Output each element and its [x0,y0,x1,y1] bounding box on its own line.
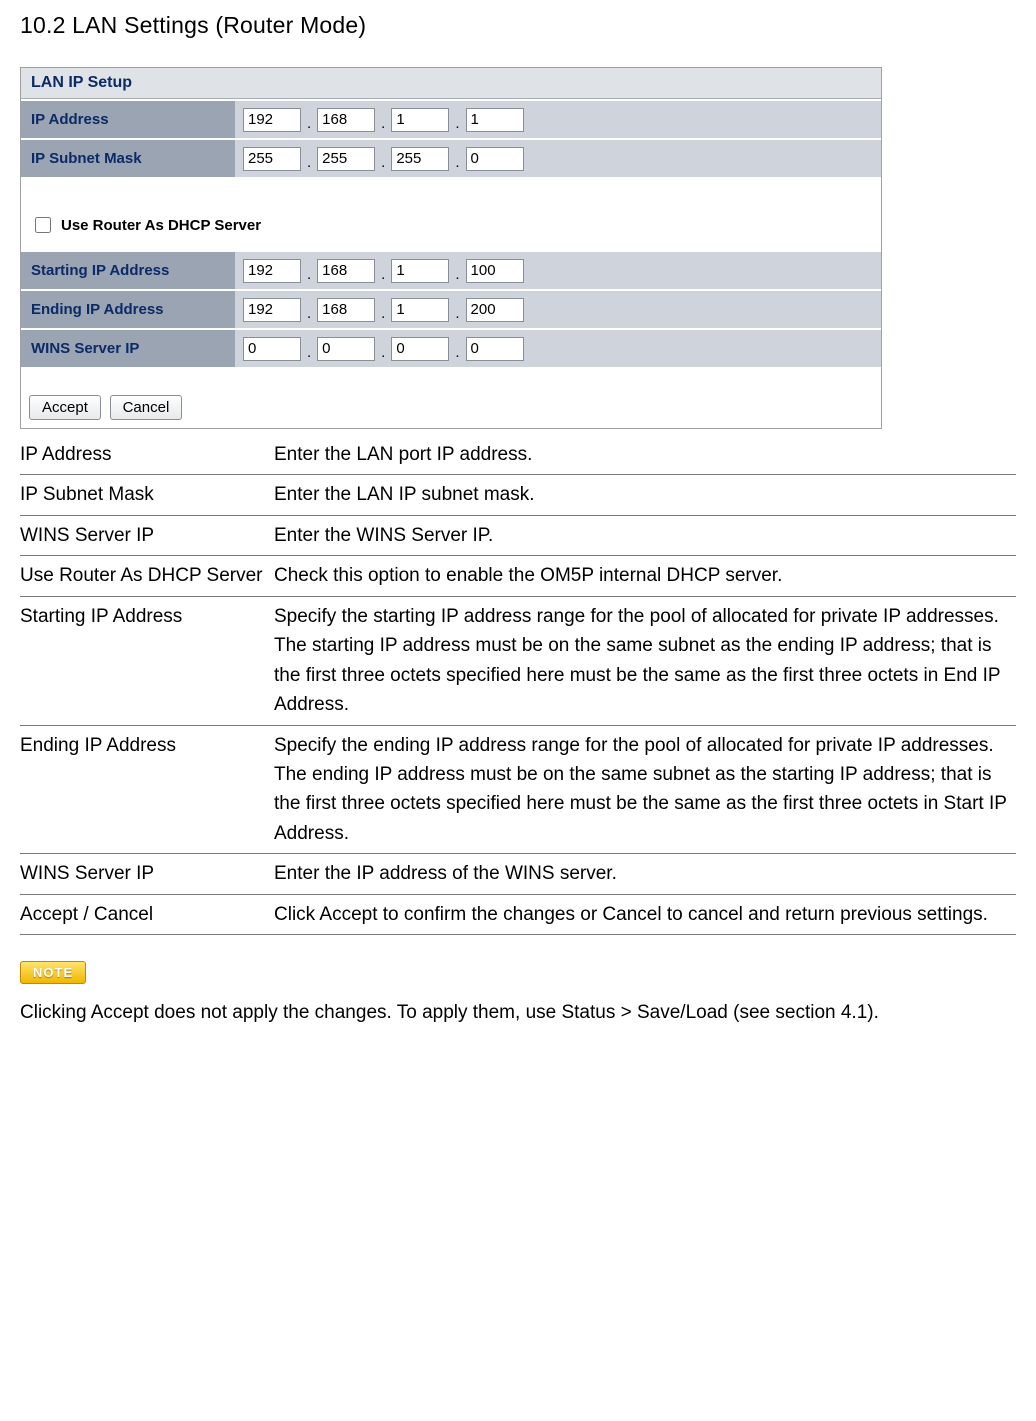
desc-term: IP Address [20,435,274,475]
dot-icon: . [455,115,459,132]
dot-icon: . [381,115,385,132]
desc-text: Check this option to enable the OM5P int… [274,556,1016,596]
desc-term: Use Router As DHCP Server [20,556,274,596]
dot-icon: . [307,115,311,132]
table-row: IP Subnet Mask Enter the LAN IP subnet m… [20,475,1016,515]
row-subnet-mask: IP Subnet Mask . . . [21,138,881,177]
row-ip-address: IP Address . . . [21,99,881,138]
fields-subnet-mask: . . . [235,140,881,177]
page-title: 10.2 LAN Settings (Router Mode) [20,12,1016,39]
dot-icon: . [381,305,385,322]
desc-text: Enter the WINS Server IP. [274,515,1016,555]
ip-address-octet-4[interactable] [466,108,524,132]
section-header-lan-ip: LAN IP Setup [21,68,881,99]
description-table: IP Address Enter the LAN port IP address… [20,435,1016,935]
dot-icon: . [455,344,459,361]
label-ip-address: IP Address [21,101,235,138]
ending-ip-octet-3[interactable] [391,298,449,322]
accept-button[interactable]: Accept [29,395,101,420]
desc-text: Enter the LAN IP subnet mask. [274,475,1016,515]
label-subnet-mask: IP Subnet Mask [21,140,235,177]
dot-icon: . [455,305,459,322]
starting-ip-octet-4[interactable] [466,259,524,283]
wins-ip-octet-3[interactable] [391,337,449,361]
dot-icon: . [455,266,459,283]
table-row: WINS Server IP Enter the WINS Server IP. [20,515,1016,555]
wендь-ip-octet-2[interactable] [317,337,375,361]
desc-term: WINS Server IP [20,515,274,555]
desc-text: Specify the starting IP address range fo… [274,596,1016,725]
table-row: Accept / Cancel Click Accept to confirm … [20,894,1016,934]
desc-term: IP Subnet Mask [20,475,274,515]
desc-text: Click Accept to confirm the changes or C… [274,894,1016,934]
table-row: Starting IP Address Specify the starting… [20,596,1016,725]
table-row: Ending IP Address Specify the ending IP … [20,725,1016,854]
ending-ip-octet-2[interactable] [317,298,375,322]
desc-text: Specify the ending IP address range for … [274,725,1016,854]
ip-address-octet-3[interactable] [391,108,449,132]
subnet-mask-octet-3[interactable] [391,147,449,171]
dhcp-block: Use Router As DHCP Server [21,177,881,250]
table-row: WINS Server IP Enter the IP address of t… [20,854,1016,894]
desc-text: Enter the LAN port IP address. [274,435,1016,475]
label-starting-ip: Starting IP Address [21,252,235,289]
ending-ip-octet-4[interactable] [466,298,524,322]
fields-ip-address: . . . [235,101,881,138]
ending-ip-octet-1[interactable] [243,298,301,322]
starting-ip-octet-3[interactable] [391,259,449,283]
dot-icon: . [381,344,385,361]
ip-address-octet-1[interactable] [243,108,301,132]
table-row: Use Router As DHCP Server Check this opt… [20,556,1016,596]
fields-starting-ip: . . . [235,252,881,289]
row-ending-ip: Ending IP Address . . . [21,289,881,328]
fields-ending-ip: . . . [235,291,881,328]
dot-icon: . [307,344,311,361]
ip-address-octet-2[interactable] [317,108,375,132]
button-row: Accept Cancel [21,367,881,428]
desc-term: WINS Server IP [20,854,274,894]
label-ending-ip: Ending IP Address [21,291,235,328]
fields-wins-ip: . . . [235,330,881,367]
dot-icon: . [381,154,385,171]
note-text: Clicking Accept does not apply the chang… [20,998,1016,1027]
cancel-button[interactable]: Cancel [110,395,183,420]
use-router-dhcp-checkbox[interactable] [35,217,51,233]
lan-ip-panel: LAN IP Setup IP Address . . . IP Subnet … [20,67,882,429]
dot-icon: . [307,154,311,171]
wins-ip-octet-1[interactable] [243,337,301,361]
desc-term: Starting IP Address [20,596,274,725]
use-router-dhcp-label: Use Router As DHCP Server [61,217,261,234]
row-starting-ip: Starting IP Address . . . [21,250,881,289]
subnet-mask-octet-4[interactable] [466,147,524,171]
starting-ip-octet-2[interactable] [317,259,375,283]
subnet-mask-octet-2[interactable] [317,147,375,171]
desc-text: Enter the IP address of the WINS server. [274,854,1016,894]
row-wins-ip: WINS Server IP . . . [21,328,881,367]
note-badge: NOTE [20,961,86,984]
desc-term: Accept / Cancel [20,894,274,934]
label-wins-ip: WINS Server IP [21,330,235,367]
starting-ip-octet-1[interactable] [243,259,301,283]
dot-icon: . [455,154,459,171]
table-row: IP Address Enter the LAN port IP address… [20,435,1016,475]
desc-term: Ending IP Address [20,725,274,854]
dot-icon: . [307,305,311,322]
dot-icon: . [381,266,385,283]
wins-ip-octet-4[interactable] [466,337,524,361]
subnet-mask-octet-1[interactable] [243,147,301,171]
dot-icon: . [307,266,311,283]
